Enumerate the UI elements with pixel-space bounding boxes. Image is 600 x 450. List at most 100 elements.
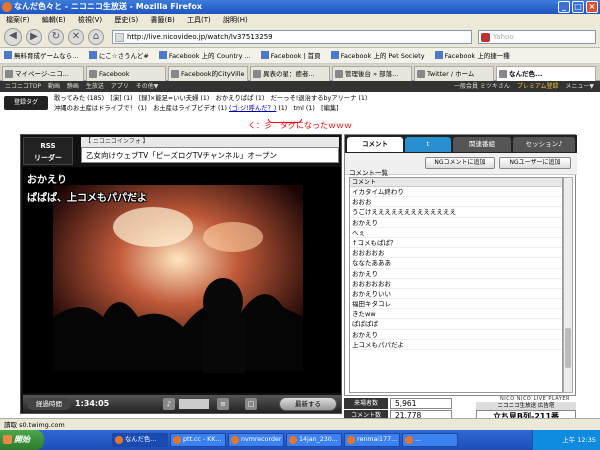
tag-line-2-tail[interactable]: (1) tml (1) [編集] xyxy=(278,105,338,112)
app-icon xyxy=(347,436,355,444)
menu-help[interactable]: 說明(H) xyxy=(223,16,248,24)
tab-facebook[interactable]: Facebook xyxy=(86,66,166,81)
comment-row[interactable]: おかえり xyxy=(350,269,562,279)
minimize-button[interactable]: _ xyxy=(558,1,570,13)
nav-user-area: 一般会員 ミツキさん プレミアム登録 メニュー▼ xyxy=(449,81,594,92)
user-name[interactable]: 一般会員 ミツキさん xyxy=(454,83,510,90)
premium-link[interactable]: プレミアム登録 xyxy=(517,83,559,90)
bookmark-item[interactable]: Facebook 上的 Pet Society xyxy=(330,48,425,63)
comment-row[interactable]: ぱぱぱぱ xyxy=(350,319,562,330)
nico-info-title[interactable]: 乙女向けウェブTV「ピーズログTVチャンネル」オープン xyxy=(81,147,339,163)
comment-row[interactable]: きたww xyxy=(350,309,562,320)
nav-seiga[interactable]: 静画 xyxy=(67,83,79,90)
comment-scrollbar[interactable] xyxy=(563,177,573,393)
reload-button[interactable]: ↻ xyxy=(48,29,64,45)
system-tray-clock: 上午 12:35 xyxy=(532,430,600,450)
ng-comment-button[interactable]: NGコメントに追加 xyxy=(425,157,495,169)
menu-history[interactable]: 歷史(S) xyxy=(114,16,138,24)
comment-row[interactable]: ↑コメもぱぱ？ xyxy=(350,238,562,249)
menu-edit[interactable]: 編輯(E) xyxy=(42,16,66,24)
player-controls: 経過時間 1:34:05 ♪ ≡ □ 最新する xyxy=(23,395,341,413)
task-other[interactable]: ... xyxy=(402,433,458,447)
url-input[interactable]: http://live.nicovideo.jp/watch/lv3751325… xyxy=(112,30,472,44)
tab-icon xyxy=(171,70,179,78)
task-firefox[interactable]: なんだ色... xyxy=(112,433,168,447)
rss-reader-button[interactable]: RSS リーダー xyxy=(23,137,73,165)
refresh-button[interactable]: 最新する xyxy=(279,397,337,411)
tag-area: 登録タグ 歌ってみた (185) [演] (1) [録]×能足=いい夫婦 (1)… xyxy=(0,92,600,130)
nav-app[interactable]: アプリ xyxy=(111,83,129,90)
comment-row[interactable]: 福田キタコレ xyxy=(350,299,562,310)
stop-button[interactable]: ✕ xyxy=(68,29,84,45)
comment-row[interactable]: おおおおおお xyxy=(350,279,562,289)
window-icon[interactable]: □ xyxy=(245,398,257,410)
tab-admin[interactable]: 管理後台 » 部落... xyxy=(332,66,412,81)
rss-sub-label: リーダー xyxy=(34,154,62,162)
tab-session[interactable]: セッション♪ xyxy=(513,137,575,152)
menu-file[interactable]: 檔案(F) xyxy=(6,16,30,24)
forward-button[interactable]: ▶ xyxy=(26,29,42,45)
bookmark-item[interactable]: 無料育成ゲームなら… xyxy=(4,48,79,63)
comment-row[interactable]: おかえり xyxy=(350,330,562,340)
tab-icon xyxy=(89,70,97,78)
close-button[interactable]: × xyxy=(586,1,598,13)
scrollbar-thumb[interactable] xyxy=(565,328,571,368)
tab-cityville[interactable]: Facebook的CityVille xyxy=(168,66,248,81)
menu-view[interactable]: 檢視(V) xyxy=(78,16,102,24)
video-screen[interactable]: おかえり ぱぱぱ、上コメもパパだよ xyxy=(23,167,341,393)
task-nvmrecorder[interactable]: nvmrecorder xyxy=(228,433,284,447)
comment-toggle-icon[interactable]: ≡ xyxy=(217,398,229,410)
tag-line-2: 沖縄のお土産はドライブで！ (1) お土産はライブビデオ (1) (ゴ:ジ!呼ん… xyxy=(54,104,339,113)
comment-row[interactable]: おおお xyxy=(350,197,562,208)
window-title: なんだ色々と - ニコニコ生放送 - Mozilla Firefox xyxy=(14,2,203,11)
menu-tools[interactable]: 工具(T) xyxy=(187,16,211,24)
bookmark-item[interactable]: にこ☆さうんど# xyxy=(88,48,149,63)
task-ptt[interactable]: ptt.cc - KK... xyxy=(170,433,226,447)
ng-user-button[interactable]: NGユーザーに追加 xyxy=(499,157,571,169)
back-button[interactable]: ◀ xyxy=(4,28,22,46)
register-tag-button[interactable]: 登録タグ xyxy=(4,96,48,110)
comment-row[interactable]: イカタイム終わり xyxy=(350,187,562,198)
comment-list-title: コメント一覧 xyxy=(349,169,388,177)
highlight-tag[interactable]: (ゴ:ジ!呼んだ？) xyxy=(229,105,276,112)
bookmark-item[interactable]: Facebook | 首頁 xyxy=(260,48,321,63)
comment-overlay-2: ぱぱぱ、上コメもパパだよ xyxy=(27,193,147,204)
bookmark-item[interactable]: Facebook 上的 Country ... xyxy=(158,48,251,63)
tab-active-nicolive[interactable]: なんだ色... xyxy=(496,66,596,81)
sound-icon[interactable]: ♪ xyxy=(163,398,175,410)
tab-comment[interactable]: コメント xyxy=(347,137,403,152)
comment-row[interactable]: 上コメもパパだよ xyxy=(350,340,562,350)
nav-other[interactable]: その他▼ xyxy=(136,83,159,90)
task-renmai[interactable]: renmai177... xyxy=(344,433,400,447)
tag-line-1[interactable]: 歌ってみた (185) [演] (1) [録]×能足=いい夫婦 (1) おかえり… xyxy=(54,94,367,103)
twitter-tab-icon[interactable]: t xyxy=(405,137,451,152)
comment-list[interactable]: コメント イカタイム終わり おおお うごけえええええええええええええ おかえり … xyxy=(349,177,563,393)
bookmark-item[interactable]: Facebook 上的捷一種 xyxy=(434,48,510,63)
tab-icon xyxy=(5,70,13,78)
tab-mypage[interactable]: マイページ-ニコ... xyxy=(2,66,84,81)
comment-row[interactable]: へぇ xyxy=(350,228,562,238)
comment-row[interactable]: おかえり xyxy=(350,218,562,228)
nav-video[interactable]: 動画 xyxy=(48,83,60,90)
start-button[interactable]: 開始 xyxy=(0,430,44,450)
home-button[interactable]: ⌂ xyxy=(88,29,104,45)
search-input[interactable]: Yahoo xyxy=(478,30,596,44)
comment-row[interactable]: うごけえええええええええええええ xyxy=(350,207,562,218)
user-menu[interactable]: メニュー▼ xyxy=(565,83,594,90)
tab-ihyou[interactable]: 異表の星：癒者... xyxy=(250,66,330,81)
nav-live[interactable]: 生放送 xyxy=(86,83,104,90)
tab-related[interactable]: 関連番組 xyxy=(453,137,511,152)
nav-nicotop[interactable]: ニコニコTOP xyxy=(5,83,41,90)
navigation-toolbar: ◀ ▶ ↻ ✕ ⌂ http://live.nicovideo.jp/watch… xyxy=(0,26,600,48)
comment-row[interactable]: ななたあああ xyxy=(350,258,562,269)
menu-bookmarks[interactable]: 書籤(B) xyxy=(151,16,175,24)
comment-list-header: コメント xyxy=(350,178,562,187)
maximize-button[interactable]: □ xyxy=(572,1,584,13)
comment-row[interactable]: おおおおお xyxy=(350,248,562,259)
tab-twitter[interactable]: Twitter / ホーム xyxy=(414,66,494,81)
comment-panel-tabs: コメント t 関連番組 セッション♪ xyxy=(345,135,577,153)
volume-slider[interactable] xyxy=(179,399,209,409)
comment-row[interactable]: おかえりいい xyxy=(350,289,562,300)
task-14jan[interactable]: 14jan_230... xyxy=(286,433,342,447)
tag-line-2-text[interactable]: 沖縄のお土産はドライブで！ (1) お土産はライブビデオ (1) xyxy=(54,105,227,112)
